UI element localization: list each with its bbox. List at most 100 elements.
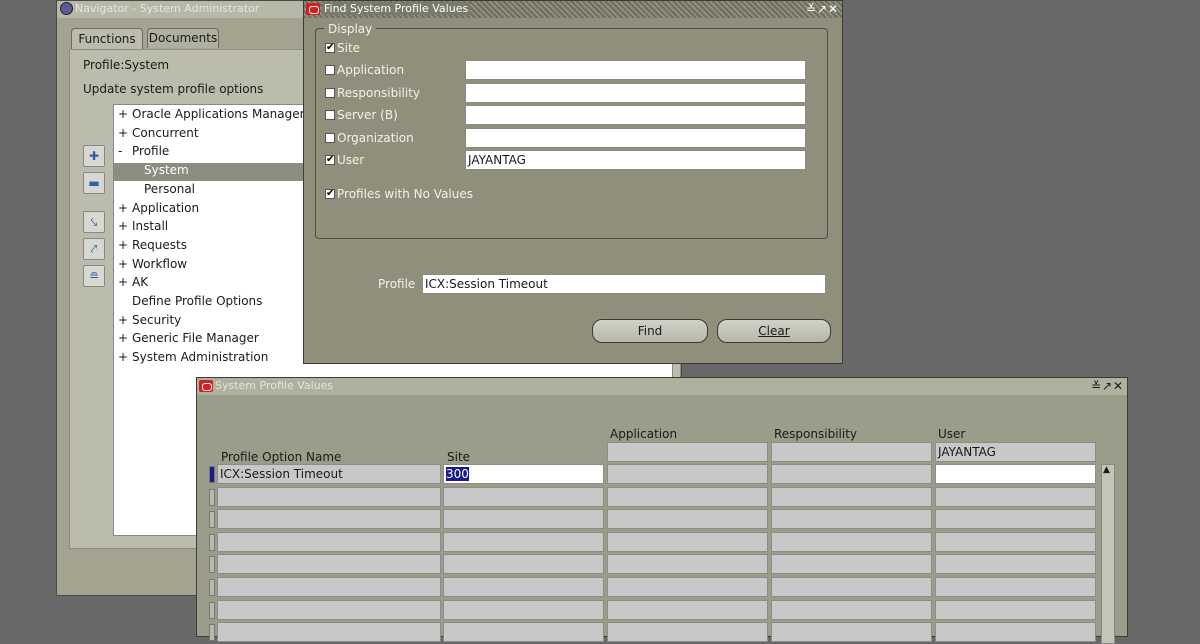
profile-option-name-cell[interactable]: [217, 622, 441, 643]
display-option-input[interactable]: [465, 105, 806, 126]
user-value-cell[interactable]: [935, 554, 1096, 575]
display-option-input[interactable]: JAYANTAG: [465, 150, 806, 170]
col-application-header: Application: [610, 427, 678, 441]
application-value-cell[interactable]: [607, 486, 768, 507]
site-value-cell[interactable]: [443, 599, 604, 620]
application-value-cell[interactable]: [607, 554, 768, 575]
display-option-input[interactable]: [465, 82, 806, 103]
tree-expander: +: [118, 275, 129, 290]
site-value-cell[interactable]: [443, 531, 604, 552]
responsibility-value-cell[interactable]: [771, 622, 932, 643]
user-context-field: JAYANTAG: [935, 442, 1096, 462]
application-context-field: [607, 442, 768, 462]
tab-documents[interactable]: Documents: [147, 28, 219, 48]
oracle-forms-icon: [306, 3, 320, 15]
find-dialog-titlebar[interactable]: Find System Profile Values ≚↗✕: [304, 1, 842, 18]
responsibility-value-cell[interactable]: [771, 554, 932, 575]
record-indicator[interactable]: [209, 511, 215, 529]
responsibility-value-cell[interactable]: [771, 531, 932, 552]
oracle-forms-icon: [199, 380, 213, 392]
maximize-icon[interactable]: ↗: [817, 2, 828, 16]
display-option-checkbox[interactable]: [325, 110, 335, 121]
application-value-cell[interactable]: [607, 464, 768, 484]
site-value-cell[interactable]: [443, 622, 604, 643]
find-dialog: Find System Profile Values ≚↗✕ Display ✔…: [303, 0, 843, 364]
user-value-cell[interactable]: [935, 531, 1096, 552]
close-icon[interactable]: ✕: [1113, 379, 1124, 393]
values-titlebar[interactable]: System Profile Values ≚↗✕: [197, 378, 1127, 395]
profile-option-name-cell[interactable]: [217, 531, 441, 552]
profile-option-name-cell[interactable]: [217, 554, 441, 575]
application-value-cell[interactable]: [607, 509, 768, 530]
profile-option-name-cell[interactable]: [217, 599, 441, 620]
tree-expander: +: [118, 107, 129, 121]
minimize-icon[interactable]: ≚: [1091, 379, 1102, 393]
expand-branch-icon[interactable]: ⤥: [83, 211, 105, 233]
tree-expander: +: [118, 219, 129, 234]
user-value-cell[interactable]: [935, 464, 1096, 484]
display-option-input[interactable]: [465, 60, 806, 81]
record-indicator[interactable]: [209, 466, 215, 483]
display-option-input[interactable]: [465, 127, 806, 148]
tab-functions[interactable]: Functions: [71, 28, 143, 50]
tree-item-label: Application: [132, 200, 200, 215]
site-value-cell[interactable]: 300: [443, 464, 604, 484]
profile-option-name-cell[interactable]: [217, 577, 441, 597]
user-value-cell[interactable]: [935, 577, 1096, 597]
display-option-checkbox[interactable]: ✔: [325, 43, 335, 53]
collapse-icon[interactable]: ▬: [83, 172, 105, 194]
minimize-icon[interactable]: ≚: [806, 2, 817, 16]
responsibility-value-cell[interactable]: [771, 599, 932, 620]
record-indicator[interactable]: [209, 533, 215, 551]
scroll-up-icon[interactable]: ▲: [1103, 465, 1110, 475]
tree-item-label: Workflow: [132, 256, 188, 271]
display-option-label: Application: [337, 63, 405, 78]
record-indicator[interactable]: [209, 601, 215, 619]
display-option-checkbox[interactable]: [325, 132, 335, 143]
application-value-cell[interactable]: [607, 599, 768, 620]
site-value-cell[interactable]: [443, 486, 604, 507]
site-value-cell[interactable]: [443, 577, 604, 597]
user-value-cell[interactable]: [935, 622, 1096, 643]
find-button[interactable]: Find: [592, 319, 708, 343]
profile-option-name-cell[interactable]: [217, 509, 441, 530]
site-value-cell[interactable]: [443, 509, 604, 530]
application-value-cell[interactable]: [607, 622, 768, 643]
display-option-checkbox[interactable]: [325, 65, 335, 76]
site-value-cell[interactable]: [443, 554, 604, 575]
record-indicator[interactable]: [209, 579, 215, 596]
profile-input[interactable]: ICX:Session Timeout: [422, 274, 826, 294]
vertical-scrollbar[interactable]: ▲: [1101, 464, 1115, 644]
responsibility-value-cell[interactable]: [771, 577, 932, 597]
expand-all-icon[interactable]: ⤤: [83, 238, 105, 260]
tree-item-label: Oracle Applications Manager: [132, 107, 305, 121]
profile-option-name-cell[interactable]: ICX:Session Timeout: [217, 464, 441, 484]
record-indicator[interactable]: [209, 488, 215, 506]
profiles-no-values-checkbox[interactable]: ✔: [325, 189, 335, 199]
col-responsibility-header: Responsibility: [774, 427, 858, 441]
application-value-cell[interactable]: [607, 577, 768, 597]
tree-expander: +: [118, 125, 129, 140]
record-indicator[interactable]: [209, 556, 215, 574]
display-option-label: Responsibility: [337, 85, 421, 100]
tree-item-label: Profile: [132, 144, 170, 159]
maximize-icon[interactable]: ↗: [1102, 379, 1113, 393]
tree-item-label: Define Profile Options: [132, 294, 263, 308]
responsibility-value-cell[interactable]: [771, 486, 932, 507]
responsibility-value-cell[interactable]: [771, 464, 932, 484]
user-value-cell[interactable]: [935, 486, 1096, 507]
collapse-all-icon[interactable]: ≘: [83, 265, 105, 287]
display-option-checkbox[interactable]: ✔: [325, 155, 335, 165]
col-user-header: User: [938, 427, 966, 441]
display-group: Display ✔ Site Application Responsibility Se…: [315, 22, 828, 239]
profile-option-name-cell[interactable]: [217, 486, 441, 507]
user-value-cell[interactable]: [935, 599, 1096, 620]
user-value-cell[interactable]: [935, 509, 1096, 530]
expand-icon[interactable]: ✚: [83, 145, 105, 167]
application-value-cell[interactable]: [607, 531, 768, 552]
close-icon[interactable]: ✕: [828, 2, 839, 16]
record-indicator[interactable]: [209, 624, 215, 642]
responsibility-value-cell[interactable]: [771, 509, 932, 530]
clear-button[interactable]: Clear: [717, 319, 831, 343]
display-option-checkbox[interactable]: [325, 87, 335, 98]
